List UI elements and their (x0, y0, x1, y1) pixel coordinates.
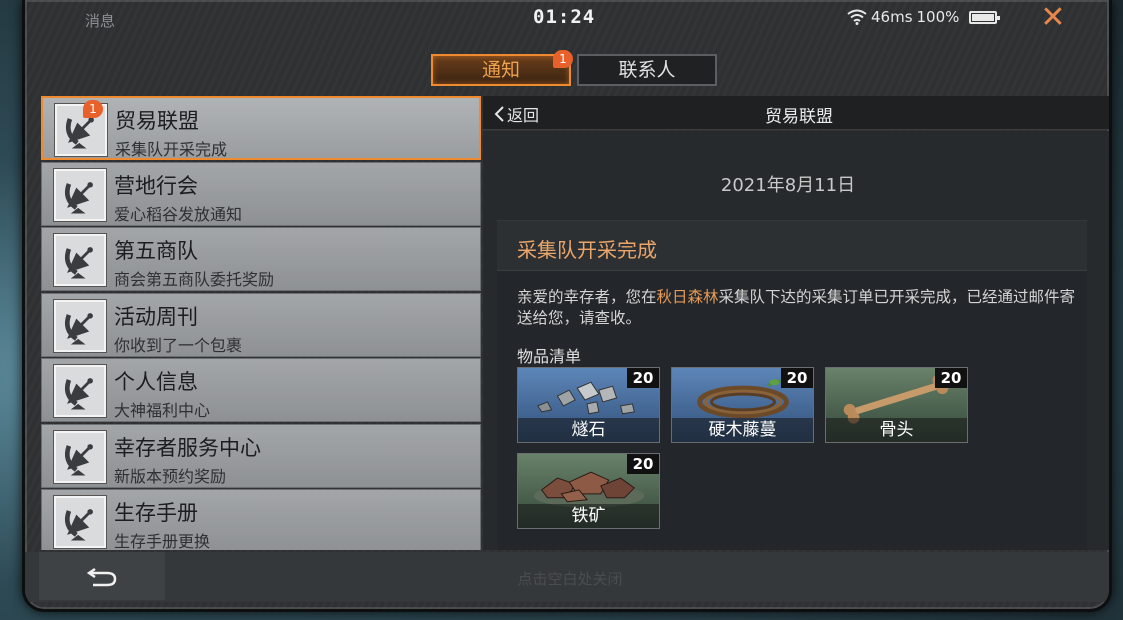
satellite-dish-icon (54, 168, 106, 221)
location-highlight: 秋日森林 (656, 288, 719, 306)
item-quantity: 20 (627, 454, 659, 474)
reward-item-flint[interactable]: 20 燧石 (517, 367, 660, 443)
footer-bar: 点击空白处关闭 (25, 552, 1109, 602)
item-name: 燧石 (518, 418, 659, 442)
clock: 01:24 (533, 6, 596, 28)
window-title: 消息 (85, 12, 116, 30)
tab-label: 通知 (481, 59, 520, 81)
list-item-title: 幸存者服务中心 (114, 435, 261, 460)
list-item-subtitle: 生存手册更换 (114, 532, 211, 550)
list-item-title: 个人信息 (114, 370, 198, 394)
notification-badge: 1 (553, 50, 573, 68)
close-button[interactable]: ✕ (1035, 3, 1071, 34)
message-date: 2021年8月11日 (720, 175, 856, 196)
battery-icon (969, 10, 1001, 24)
wifi-icon (847, 9, 867, 25)
reward-item-iron-ore[interactable]: 20 铁矿 (517, 453, 660, 529)
item-name: 骨头 (826, 418, 967, 442)
item-quantity: 20 (627, 368, 659, 388)
satellite-dish-icon (54, 496, 106, 548)
satellite-dish-icon (54, 299, 106, 352)
message-subject: 采集队开采完成 (517, 238, 657, 262)
items-label: 物品清单 (517, 347, 582, 366)
list-item[interactable]: 活动周刊 你收到了一个包裹 (41, 292, 481, 357)
message-body-text: 亲爱的幸存者，您在 (517, 288, 657, 306)
messages-window: 消息 01:24 46ms 100% ✕ 通知 1 联系人 1 贸易联盟 采集队… (22, 0, 1112, 612)
top-bar: 消息 01:24 46ms 100% ✕ (25, 0, 1109, 40)
list-item-subtitle: 采集队开采完成 (115, 140, 228, 159)
list-item-title: 贸易联盟 (115, 109, 199, 133)
list-item-title: 第五商队 (114, 239, 198, 263)
message-body: 亲爱的幸存者，您在秋日森林采集队下达的采集订单已开采完成，已经通过邮件寄送给您，… (517, 287, 1087, 329)
item-name: 铁矿 (518, 504, 659, 528)
list-item[interactable]: 1 贸易联盟 采集队开采完成 (41, 96, 481, 160)
message-card: 采集队开采完成 亲爱的幸存者，您在秋日森林采集队下达的采集订单已开采完成，已经通… (497, 220, 1087, 550)
list-item-subtitle: 大神福利中心 (114, 401, 211, 420)
list-item-subtitle: 爱心稻谷发放通知 (114, 204, 243, 224)
list-item-title: 活动周刊 (114, 304, 198, 329)
message-list: 1 贸易联盟 采集队开采完成 营地行会 爱心稻谷发放通知 第五商队 商会第五商队… (41, 96, 481, 550)
latency-text: 46ms (871, 8, 913, 26)
satellite-dish-icon (54, 365, 106, 417)
satellite-dish-icon (54, 430, 106, 483)
list-item-subtitle: 你收到了一个包裹 (114, 335, 243, 355)
item-quantity: 20 (935, 368, 967, 388)
tab-notifications[interactable]: 通知 1 (431, 50, 573, 86)
status-bar: 46ms 100% (847, 8, 1001, 26)
detail-body: 2021年8月11日 采集队开采完成 亲爱的幸存者，您在秋日森林采集队下达的采集… (483, 131, 1109, 550)
battery-text: 100% (916, 8, 960, 26)
reward-item-bone[interactable]: 20 骨头 (825, 367, 968, 443)
list-item[interactable]: 第五商队 商会第五商队委托奖励 (41, 227, 481, 291)
list-item-title: 营地行会 (114, 173, 198, 198)
item-name: 硬木藤蔓 (672, 418, 813, 442)
list-item[interactable]: 生存手册 生存手册更换 (41, 489, 481, 550)
reward-item-hardwood-vine[interactable]: 20 硬木藤蔓 (671, 367, 814, 443)
back-label: 返回 (507, 106, 540, 125)
chevron-left-icon (494, 106, 504, 122)
back-button[interactable]: 返回 (493, 102, 539, 126)
list-item-subtitle: 商会第五商队委托奖励 (114, 270, 275, 289)
tab-label: 联系人 (618, 59, 676, 81)
tab-contacts[interactable]: 联系人 (577, 54, 717, 86)
list-item-subtitle: 新版本预约奖励 (114, 466, 227, 486)
list-item[interactable]: 个人信息 大神福利中心 (41, 358, 481, 422)
unread-badge: 1 (83, 100, 103, 118)
close-hint[interactable]: 点击空白处关闭 (25, 568, 1109, 589)
list-item[interactable]: 营地行会 爱心稻谷发放通知 (41, 161, 481, 226)
item-quantity: 20 (781, 368, 813, 388)
satellite-dish-icon (54, 234, 106, 286)
detail-title: 贸易联盟 (765, 107, 833, 127)
tab-bar: 通知 1 联系人 (431, 50, 717, 86)
list-item-title: 生存手册 (114, 501, 198, 525)
list-item[interactable]: 幸存者服务中心 新版本预约奖励 (41, 423, 481, 488)
detail-header: 返回 贸易联盟 (483, 96, 1109, 130)
